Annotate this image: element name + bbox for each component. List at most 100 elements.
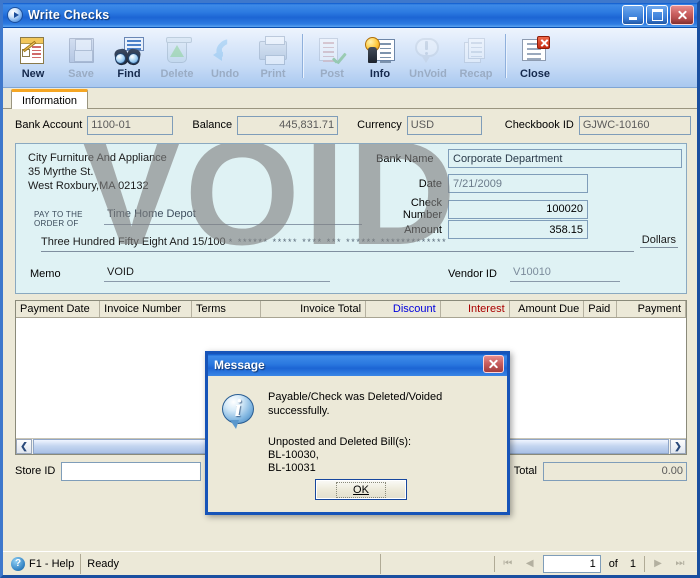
window-controls [622, 5, 694, 25]
bank-name-input[interactable]: Corporate Department [448, 149, 682, 168]
window-play-circle-icon [7, 7, 23, 23]
window-close-button[interactable] [670, 5, 694, 25]
dialog-message: Payable/Check was Deleted/Voided success… [268, 391, 443, 417]
toolbar-close-label: Close [520, 68, 550, 80]
dialog-detail-line-2: BL-10031 [268, 462, 316, 474]
scroll-right-arrow-icon[interactable]: ❯ [670, 439, 686, 454]
message-dialog: Message Payable/Check was Deleted/Voided… [205, 351, 510, 515]
toolbar-unvoid-button[interactable]: UnVoid [404, 32, 452, 86]
nav-of-label: of [608, 557, 618, 570]
grid-column-header[interactable]: Invoice Number [100, 301, 192, 317]
grid-column-header[interactable]: Interest [441, 301, 510, 317]
company-street: 35 Myrthe St. [28, 166, 94, 178]
floppy-disk-icon [65, 35, 97, 67]
toolbar-delete-button[interactable]: Delete [153, 32, 201, 86]
toolbar-find-button[interactable]: Find [105, 32, 153, 86]
dialog-detail-line-1: BL-10030, [268, 449, 319, 461]
check-number-input[interactable]: 100020 [448, 199, 588, 219]
nav-first-button[interactable]: ⏮ [497, 554, 519, 574]
dialog-close-button[interactable] [483, 355, 504, 373]
toolbar-post-label: Post [320, 68, 344, 80]
status-text-cell: Ready [81, 553, 382, 574]
toolbar-recap-button[interactable]: Recap [452, 32, 500, 86]
grid-column-header[interactable]: Discount [366, 301, 441, 317]
toolbar-find-label: Find [117, 68, 141, 80]
balance-label: Balance [192, 119, 233, 131]
vendor-id-label: Vendor ID [448, 268, 497, 280]
grid-column-header[interactable]: Payment Date [16, 301, 101, 317]
record-navigator: ⏮ ◀ 1 of 1 ▶ ⏭ [492, 554, 695, 574]
nav-total-records: 1 [629, 557, 636, 570]
help-cell[interactable]: ? F1 - Help [5, 553, 82, 574]
grid-column-header[interactable]: Invoice Total [261, 301, 367, 317]
toolbar-save-button[interactable]: Save [57, 32, 105, 86]
memo-label: Memo [30, 268, 61, 280]
amount-input[interactable]: 358.15 [448, 220, 588, 239]
memo-input[interactable]: VOID [104, 266, 330, 282]
nav-last-button[interactable]: ⏭ [669, 554, 691, 574]
toolbar-print-label: Print [260, 68, 286, 80]
status-text: Ready [87, 557, 120, 570]
dialog-title-bar: Message [208, 354, 507, 376]
application-root: Write Checks New Save Find Delete Undo P… [0, 0, 700, 578]
grid-column-header[interactable]: Paid [584, 301, 618, 317]
nav-next-button[interactable]: ▶ [647, 554, 669, 574]
information-icon [222, 394, 254, 429]
toolbar-undo-button[interactable]: Undo [201, 32, 249, 86]
checkbook-id-input[interactable]: GJWC-10160 [578, 115, 691, 135]
toolbar-recap-label: Recap [459, 68, 493, 80]
company-address-block: City Furniture And Appliance 35 Myrthe S… [28, 151, 167, 193]
dialog-ok-button[interactable]: OK [315, 479, 407, 500]
close-document-icon [519, 35, 551, 67]
minimize-button[interactable] [622, 5, 644, 25]
title-bar: Write Checks [3, 3, 697, 28]
toolbar-post-button[interactable]: Post [308, 32, 356, 86]
tab-strip: Information [3, 88, 697, 109]
toolbar-info-label: Info [369, 68, 391, 80]
dialog-detail-block: Unposted and Deleted Bill(s): BL-10030, … [268, 436, 497, 475]
checkbook-id-label: Checkbook ID [504, 119, 574, 131]
question-mark-icon: ? [11, 556, 25, 571]
store-id-label: Store ID [15, 465, 56, 477]
date-row: Date 7/21/2009 [380, 174, 588, 193]
toolbar-close-button[interactable]: Close [511, 32, 559, 86]
amount-label: Amount [404, 223, 442, 236]
payee-input[interactable]: Time Home Depot [104, 208, 362, 225]
pay-to-the-order-of-label: PAY TO THE ORDER OF [34, 210, 83, 228]
amount-row: Amount 358.15 [380, 220, 588, 239]
bank-name-label: Bank Name [376, 153, 434, 165]
grid-column-header[interactable]: Terms [192, 301, 261, 317]
scroll-left-arrow-icon[interactable]: ❮ [16, 439, 32, 454]
toolbar-new-button[interactable]: New [9, 32, 57, 86]
grid-column-header[interactable]: Amount Due [510, 301, 585, 317]
bank-account-input[interactable]: 1100-01 [87, 115, 174, 135]
date-input[interactable]: 7/21/2009 [448, 174, 588, 193]
toolbar-save-label: Save [68, 68, 94, 80]
recap-pages-icon [460, 35, 492, 67]
check-panel: City Furniture And Appliance 35 Myrthe S… [15, 143, 687, 294]
total-value: 0.00 [543, 461, 687, 481]
nav-prev-button[interactable]: ◀ [519, 554, 541, 574]
toolbar-print-button[interactable]: Print [249, 32, 297, 86]
company-city-state-zip: West Roxbury,MA 02132 [28, 180, 149, 192]
dialog-detail-header: Unposted and Deleted Bill(s): [268, 436, 412, 448]
store-id-input[interactable] [61, 461, 202, 481]
recycle-bin-icon [161, 35, 193, 67]
maximize-button[interactable] [646, 5, 668, 25]
balance-input[interactable]: 445,831.71 [237, 115, 339, 135]
currency-input[interactable]: USD [406, 115, 482, 135]
company-name: City Furniture And Appliance [28, 152, 167, 164]
nav-current-record-input[interactable]: 1 [542, 554, 601, 573]
check-number-label: Check Number [402, 197, 442, 221]
grid-column-header[interactable]: Payment [617, 301, 686, 317]
tab-information[interactable]: Information [11, 89, 89, 109]
toolbar-info-button[interactable]: Info [356, 32, 404, 86]
printer-icon [257, 35, 289, 67]
vendor-id-input[interactable]: V10010 [510, 266, 620, 282]
bank-account-label: Bank Account [15, 119, 83, 131]
new-document-icon [17, 35, 49, 67]
header-field-row: Bank Account 1100-01 Balance 445,831.71 … [3, 109, 697, 137]
currency-label: Currency [357, 119, 402, 131]
write-checks-window: Write Checks New Save Find Delete Undo P… [0, 0, 700, 578]
toolbar-undo-label: Undo [210, 68, 240, 80]
